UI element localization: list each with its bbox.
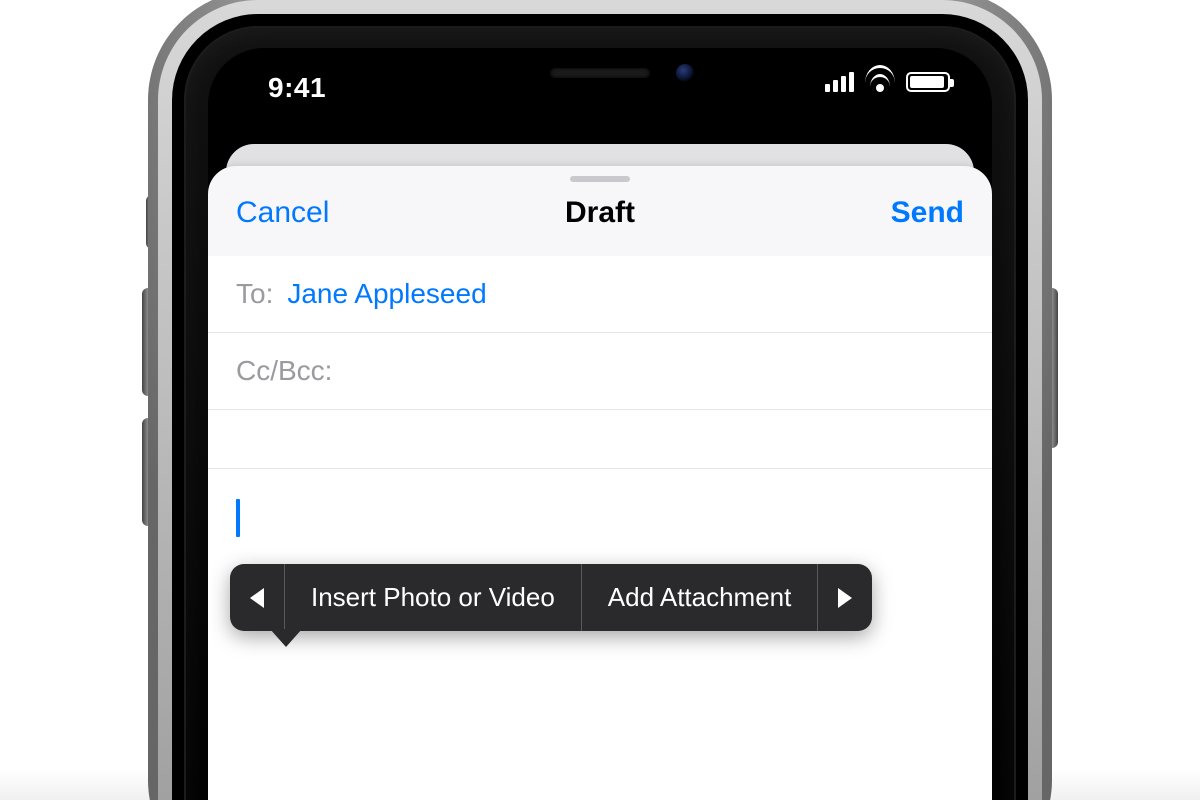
wifi-icon — [866, 72, 894, 92]
insert-photo-video-button[interactable]: Insert Photo or Video — [285, 564, 581, 631]
screen: 9:41 Cancel Draft Send To: Jane Applesee… — [208, 48, 992, 800]
chevron-left-icon — [250, 588, 264, 608]
speaker-grille — [550, 68, 650, 78]
popover-tip — [270, 629, 302, 647]
status-time: 9:41 — [268, 72, 326, 104]
front-camera — [676, 64, 694, 82]
to-row[interactable]: To: Jane Appleseed — [208, 256, 992, 333]
message-body[interactable] — [208, 469, 992, 567]
compose-sheet: Cancel Draft Send To: Jane Appleseed Cc/… — [208, 166, 992, 800]
menu-next-button[interactable] — [818, 564, 872, 631]
to-label: To: — [236, 278, 273, 310]
status-right — [825, 72, 950, 92]
compose-body: To: Jane Appleseed Cc/Bcc: Sent from my … — [208, 256, 992, 800]
add-attachment-button[interactable]: Add Attachment — [582, 564, 818, 631]
subject-row[interactable] — [208, 410, 992, 469]
sheet-title: Draft — [208, 196, 992, 230]
battery-icon — [906, 72, 950, 92]
text-cursor — [236, 499, 240, 537]
menu-prev-button[interactable] — [230, 564, 284, 631]
notch — [415, 48, 785, 102]
nav-bar: Cancel Draft Send — [208, 166, 992, 257]
send-button[interactable]: Send — [891, 196, 964, 230]
ccbcc-label: Cc/Bcc: — [236, 355, 332, 387]
cellular-icon — [825, 72, 854, 92]
chevron-right-icon — [838, 588, 852, 608]
ccbcc-row[interactable]: Cc/Bcc: — [208, 333, 992, 410]
stage: 9:41 Cancel Draft Send To: Jane Applesee… — [0, 0, 1200, 800]
edit-menu: Insert Photo or Video Add Attachment — [230, 564, 872, 631]
to-recipient[interactable]: Jane Appleseed — [287, 278, 486, 310]
